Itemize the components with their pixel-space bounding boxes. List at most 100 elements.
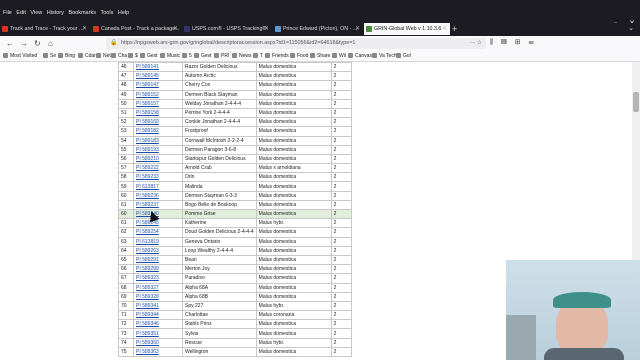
accession-link[interactable]: PI 589141: [133, 61, 183, 73]
tab-close-icon[interactable]: ✕: [355, 23, 360, 35]
url-text[interactable]: https://npgsweb.ars-grin.gov/gringlobal/…: [121, 39, 355, 48]
accession-link[interactable]: PI 589245: [133, 218, 183, 229]
bookmark-item[interactable]: Wil: [332, 51, 346, 61]
accession-link[interactable]: PI 589341: [133, 300, 183, 312]
accession-link[interactable]: PI 589346: [133, 319, 183, 330]
table-row: 58 PI 589233 Orin Malus domestica 2: [118, 172, 352, 183]
reload-button[interactable]: ↻: [34, 37, 41, 50]
tab-list-icon[interactable]: ⌄: [628, 23, 634, 35]
accession-link[interactable]: PI 589157: [133, 98, 183, 109]
toolbar-icons[interactable]: ⫼ ▤ ⊞ ☰: [490, 38, 537, 47]
scrollbar-thumb[interactable]: [633, 92, 639, 112]
menu-history[interactable]: History: [47, 10, 64, 16]
bookmark-item[interactable]: Gevt: [194, 51, 212, 61]
tab-usps[interactable]: USPS.com® - USPS Tracking® ✕: [182, 23, 272, 35]
tab-close-icon[interactable]: ✕: [173, 23, 178, 35]
accession-link[interactable]: PI 589344: [133, 310, 183, 321]
accession-link[interactable]: PI 589328: [133, 291, 183, 302]
menu-bookmarks[interactable]: Bookmarks: [68, 10, 96, 16]
forward-button[interactable]: →: [20, 37, 28, 50]
accession-link[interactable]: PI 589182: [133, 126, 183, 137]
bookmark-item[interactable]: Food: [290, 51, 308, 61]
accession-link[interactable]: PI 589145: [133, 71, 183, 82]
tab-close-icon[interactable]: ✕: [264, 23, 269, 35]
bookmark-item[interactable]: Share: [310, 51, 330, 61]
bookmark-star-icon[interactable]: ··· ☆: [469, 39, 482, 46]
accession-link[interactable]: PI 589183: [133, 135, 183, 146]
species-name: Malus domestica: [255, 254, 332, 266]
bookmark-item[interactable]: Gext: [140, 51, 158, 61]
tab-grin-global[interactable]: GRIN-Global Web v 1.10.3.6 ✕: [364, 23, 450, 35]
accession-link[interactable]: PI 589299: [133, 264, 183, 275]
accession-link[interactable]: PI 589152: [133, 89, 183, 100]
menu-edit[interactable]: Edit: [16, 10, 25, 16]
accession-link[interactable]: PI 589160: [133, 117, 183, 128]
row-number: 51: [118, 107, 134, 119]
accession-link[interactable]: PI 589222: [133, 163, 183, 174]
tab-prince-edward[interactable]: Prince Edward (Picton), ON - ... ✕: [273, 23, 363, 35]
bookmark-item[interactable]: Se: [43, 51, 56, 61]
species-name: Malus domestica: [255, 71, 332, 82]
bookmark-item[interactable]: Music: [160, 51, 180, 61]
tab-close-icon[interactable]: ✕: [442, 23, 447, 35]
accession-link[interactable]: PI 589158: [133, 107, 183, 119]
bookmark-item[interactable]: Friends: [265, 51, 289, 61]
back-button[interactable]: ←: [6, 37, 14, 50]
bookmark-item[interactable]: $: [128, 51, 138, 61]
bookmark-item[interactable]: T: [253, 51, 263, 61]
accession-link[interactable]: PI 589147: [133, 80, 183, 91]
species-name: Malus domestica: [255, 291, 332, 302]
descriptor-value: 2: [330, 291, 352, 302]
bookmark-item[interactable]: PRI: [214, 51, 229, 61]
table-row: 65 PI 589291 Bean Malus domestica 2: [118, 254, 352, 266]
bookmark-item[interactable]: News: [232, 51, 252, 61]
row-number: 72: [118, 319, 134, 330]
menu-help[interactable]: Help: [118, 10, 129, 16]
bookmark-item[interactable]: Va Tech: [372, 51, 397, 61]
tab-canada-post[interactable]: Canada Post - Track a package... ✕: [91, 23, 181, 35]
species-name: Malus domestica: [255, 126, 332, 137]
menu-tools[interactable]: Tools: [100, 10, 113, 16]
accession-link[interactable]: PI 589263: [133, 245, 183, 256]
accession-link[interactable]: PI 589210: [133, 153, 183, 165]
accession-link[interactable]: PI 589233: [133, 172, 183, 183]
accession-link[interactable]: PI 589291: [133, 254, 183, 266]
tab-close-icon[interactable]: ✕: [82, 23, 87, 35]
accession-link[interactable]: PI 589236: [133, 190, 183, 201]
table-row: 72 PI 589346 Stahls Prinz Malus domestica 2: [118, 319, 352, 330]
accession-link[interactable]: PI 613819: [133, 236, 183, 247]
table-row: 71 PI 589344 Charlottae Malus coronaria 2: [118, 310, 352, 321]
menu-file[interactable]: File: [3, 10, 12, 16]
descriptor-value: 2: [330, 337, 352, 348]
bookmark-item[interactable]: Cdar: [78, 51, 96, 61]
bookmark-item[interactable]: Net: [96, 51, 111, 61]
menu-view[interactable]: View: [30, 10, 42, 16]
bookmark-item[interactable]: Bing: [58, 51, 75, 61]
bookmark-item[interactable]: Gol: [396, 51, 411, 61]
accession-link[interactable]: PI 589193: [133, 144, 183, 155]
accession-link[interactable]: PI 589327: [133, 282, 183, 293]
bookmark-item[interactable]: 5: [182, 51, 192, 61]
url-bar[interactable]: 🔒 https://npgsweb.ars-grin.gov/gringloba…: [106, 38, 486, 49]
home-button[interactable]: ⌂: [48, 37, 53, 50]
bookmark-item[interactable]: Canvas: [348, 51, 372, 61]
accession-link[interactable]: PI 589351: [133, 328, 183, 339]
accession-link[interactable]: PI 589237: [133, 199, 183, 211]
row-number: 66: [118, 264, 134, 275]
bookmark-icon: [111, 53, 116, 58]
accession-link[interactable]: PI 613817: [133, 181, 183, 192]
bookmarks-toolbar: Most Visited Se Bing Cdar Net Cha $ Gext…: [0, 51, 640, 62]
species-name: Malus domestica: [255, 319, 332, 330]
bookmark-item[interactable]: Most Visited: [3, 51, 37, 61]
accession-link[interactable]: PI 589254: [133, 227, 183, 238]
new-tab-button[interactable]: +: [452, 23, 457, 35]
cultivar-name: Cherry Cox: [182, 80, 257, 91]
accession-link[interactable]: PI 589323: [133, 273, 183, 284]
accession-link[interactable]: PI 589363: [133, 346, 183, 358]
accession-link[interactable]: PI 589360: [133, 337, 183, 348]
row-number: 60: [118, 190, 134, 201]
tab-track-and-trace[interactable]: Track and Trace - Track your ... ✕: [0, 23, 90, 35]
bookmark-icon: [58, 53, 63, 58]
species-name: Malus domestica: [255, 190, 332, 201]
bookmark-item[interactable]: Cha: [111, 51, 127, 61]
